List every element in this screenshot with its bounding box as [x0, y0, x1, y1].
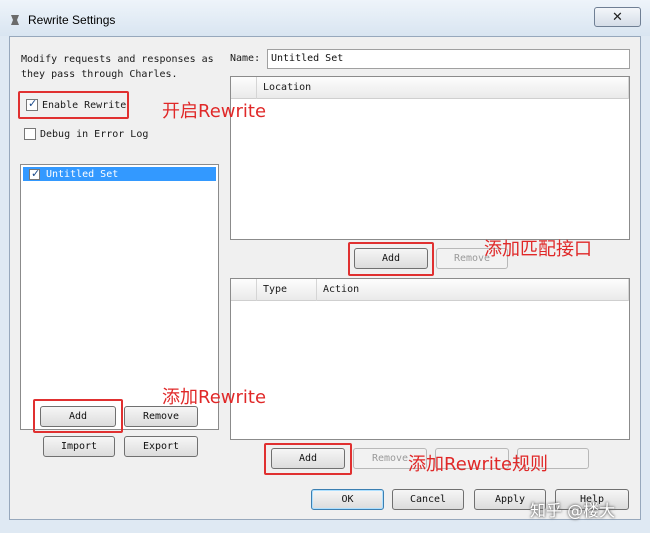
list-item[interactable]: Untitled Set — [23, 167, 216, 181]
add-location-button[interactable]: Add — [354, 248, 428, 269]
debug-log-check-icon — [24, 128, 36, 140]
location-checkbox-column — [231, 77, 257, 99]
dialog-body: Modify requests and responses as they pa… — [9, 36, 641, 520]
close-icon: ✕ — [612, 9, 623, 24]
remove-set-button[interactable]: Remove — [124, 406, 198, 427]
annotation-add-location: 添加匹配接口 — [484, 239, 592, 260]
enable-rewrite-label: Enable Rewrite — [42, 99, 127, 111]
cancel-button[interactable]: Cancel — [392, 489, 464, 510]
annotation-add-rule: 添加Rewrite规则 — [408, 454, 549, 475]
enable-rewrite-checkbox[interactable]: Enable Rewrite — [18, 91, 129, 119]
close-button[interactable]: ✕ — [594, 7, 641, 27]
annotation-add-set: 添加Rewrite — [162, 387, 267, 408]
zhihu-watermark: 知乎 @楼大 — [530, 501, 616, 520]
annotation-enable-rewrite: 开启Rewrite — [162, 101, 267, 122]
ok-button[interactable]: OK — [311, 489, 384, 510]
debug-log-label: Debug in Error Log — [40, 128, 149, 140]
set-enabled-check-icon — [29, 167, 40, 180]
rules-table[interactable]: Type Action — [230, 278, 630, 440]
description-text: Modify requests and responses as they pa… — [21, 54, 214, 80]
rules-table-header: Type Action — [231, 279, 629, 301]
set-name: Untitled Set — [46, 168, 119, 180]
set-name-field[interactable]: Untitled Set — [267, 49, 630, 69]
charles-app-icon — [11, 15, 19, 25]
add-set-button[interactable]: Add — [40, 406, 116, 427]
name-label: Name: — [230, 53, 261, 64]
type-column-header[interactable]: Type — [257, 279, 317, 301]
location-column-header[interactable]: Location — [257, 77, 629, 99]
add-rule-button[interactable]: Add — [271, 448, 345, 469]
location-table[interactable]: Location — [230, 76, 630, 240]
window-title: Rewrite Settings — [28, 13, 116, 27]
export-button[interactable]: Export — [124, 436, 198, 457]
action-column-header[interactable]: Action — [317, 279, 629, 301]
location-table-header: Location — [231, 77, 629, 99]
rules-checkbox-column — [231, 279, 257, 301]
enable-rewrite-check-icon — [26, 97, 38, 111]
import-button[interactable]: Import — [43, 436, 115, 457]
title-bar: Rewrite Settings ✕ — [0, 0, 650, 36]
debug-log-checkbox[interactable]: Debug in Error Log — [24, 128, 148, 140]
